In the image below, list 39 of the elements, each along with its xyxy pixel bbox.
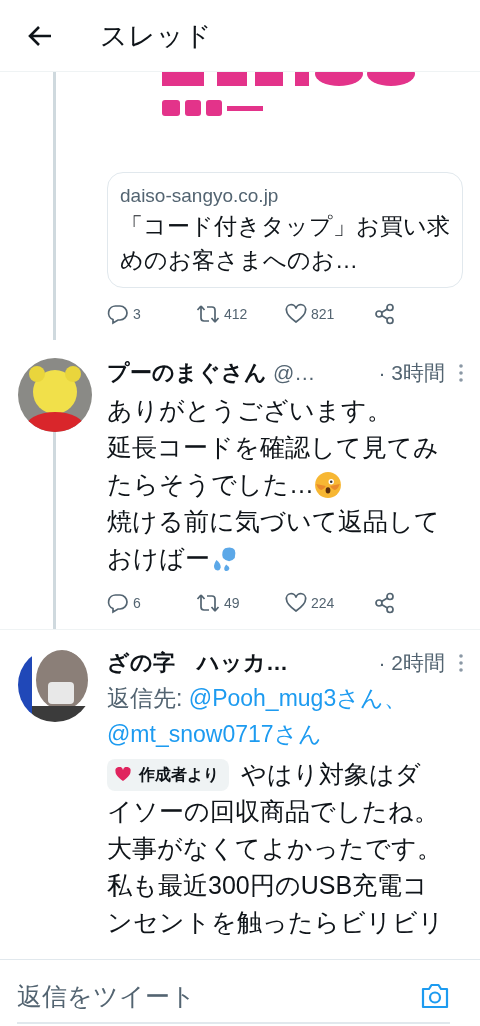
retweet-button[interactable]: 49 [196, 592, 285, 614]
heart-icon [285, 592, 307, 614]
tweet-text: おけばー [107, 543, 210, 574]
header-title: スレッド [100, 19, 212, 53]
link-title: 「コード付きタップ」お買い求めのお客さまへのお… [120, 212, 450, 275]
retweet-button[interactable]: 412 [196, 303, 285, 325]
tweet-text: イソーの回収商品でしたね。 [107, 796, 439, 827]
tweet-time: · 3時間 [378, 360, 445, 386]
tweet-text: やはり対象はダ [241, 759, 421, 790]
reply-input[interactable]: 返信をツイート [17, 971, 420, 1021]
link-domain: daiso-sangyo.co.jp [120, 184, 280, 208]
heart-icon [285, 303, 307, 325]
tweet-time: · 2時間 [378, 650, 445, 676]
reply-button[interactable]: 3 [107, 303, 196, 325]
speech-bubble-icon [107, 303, 129, 325]
tweet-text: 私も最近300円のUSB充電コ [107, 870, 429, 901]
share-icon [374, 592, 396, 614]
link-card[interactable]: daiso-sangyo.co.jp 「コード付きタップ」お買い求めのお客さまへのお… [107, 172, 463, 288]
user-name[interactable]: ざの字 ハッカ… [107, 648, 288, 678]
reply-to-label: 返信先: [107, 685, 184, 711]
tweet-text: ありがとうございます。 [107, 395, 392, 426]
retweet-icon [196, 592, 220, 614]
share-icon [374, 303, 396, 325]
like-button[interactable]: 224 [285, 592, 374, 614]
tweet-text: 大事がなくてよかったです。 [107, 833, 442, 864]
tweet-text: たらそうでした… [107, 469, 314, 500]
heart-icon [115, 767, 131, 782]
peeking-face-icon [314, 470, 342, 499]
tweet-text: ンセントを触ったらビリビリ [107, 907, 444, 938]
tweet-text: 焼ける前に気づいて返品して [107, 506, 440, 537]
badge-label: 作成者より [139, 764, 219, 785]
retweet-icon [196, 303, 220, 325]
tweet-text: 延長コードを確認して見てみ [107, 432, 439, 463]
reply-button[interactable]: 6 [107, 592, 196, 614]
speech-bubble-icon [107, 592, 129, 614]
like-button[interactable]: 821 [285, 303, 374, 325]
camera-icon[interactable] [420, 982, 450, 1010]
user-handle: @… [273, 361, 316, 385]
user-name[interactable]: プーのまぐさん [107, 358, 267, 388]
